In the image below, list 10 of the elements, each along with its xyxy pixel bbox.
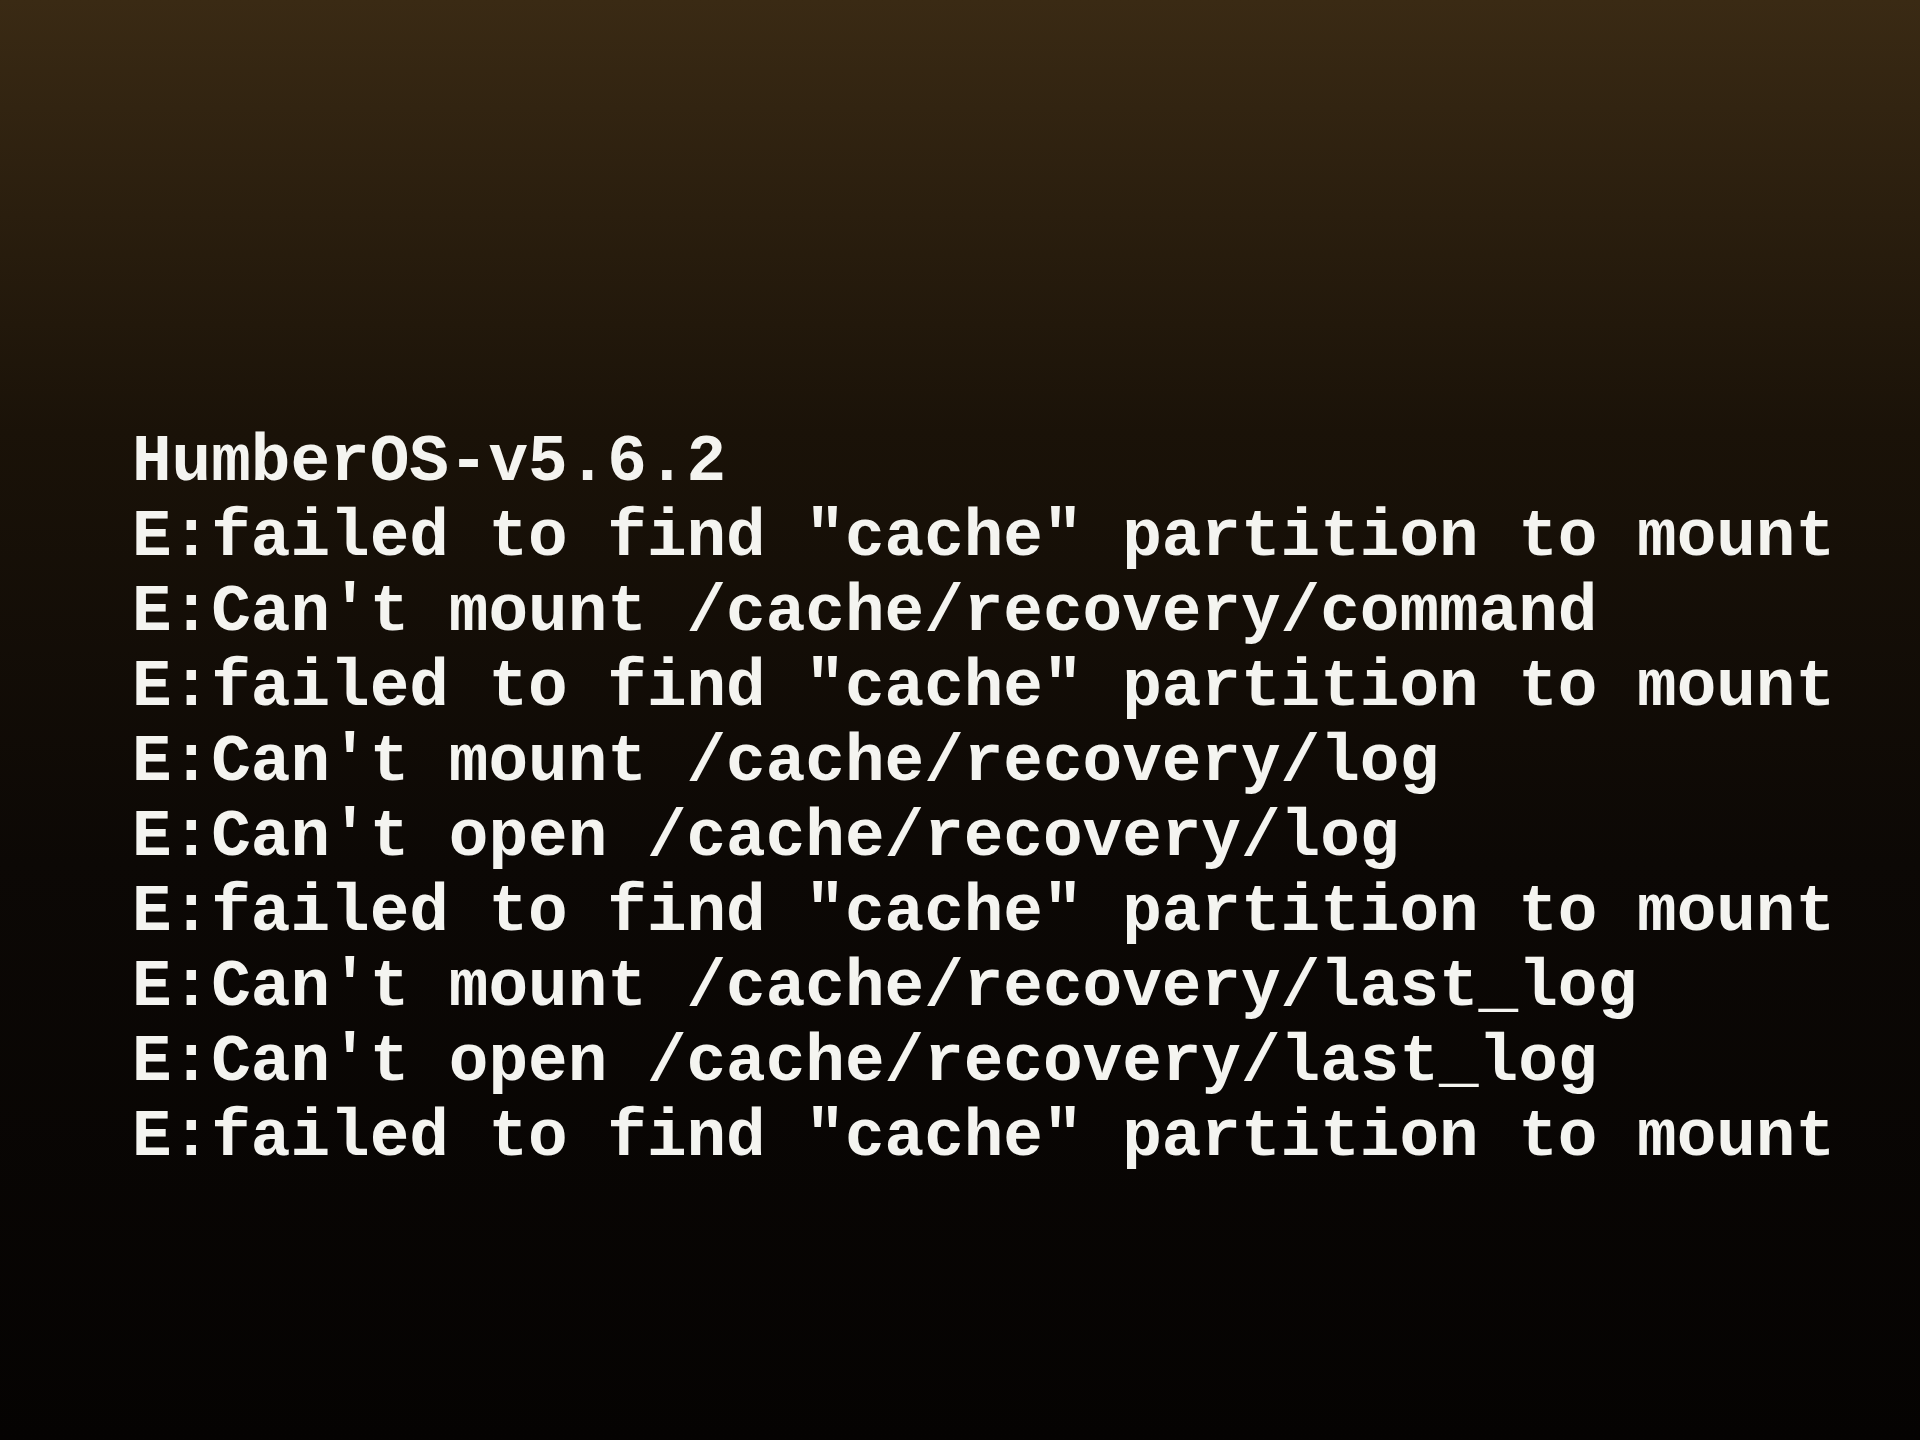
console-line: E:failed to find "cache" partition to mount [132,500,1836,575]
console-line: E:Can't open /cache/recovery/last_log [132,1025,1598,1100]
console-line: E:failed to find "cache" partition to mount [132,650,1836,725]
console-line: E:failed to find "cache" partition to mount [132,875,1836,950]
console-line: E:Can't mount /cache/recovery/command [132,575,1598,650]
console-line: E:Can't mount /cache/recovery/log [132,725,1439,800]
console-line: E:failed to find "cache" partition to mount [132,1100,1836,1175]
console-line: E:Can't mount /cache/recovery/last_log [132,950,1638,1025]
console-line: HumberOS-v5.6.2 [132,425,727,500]
console-line: E:Can't open /cache/recovery/log [132,800,1400,875]
